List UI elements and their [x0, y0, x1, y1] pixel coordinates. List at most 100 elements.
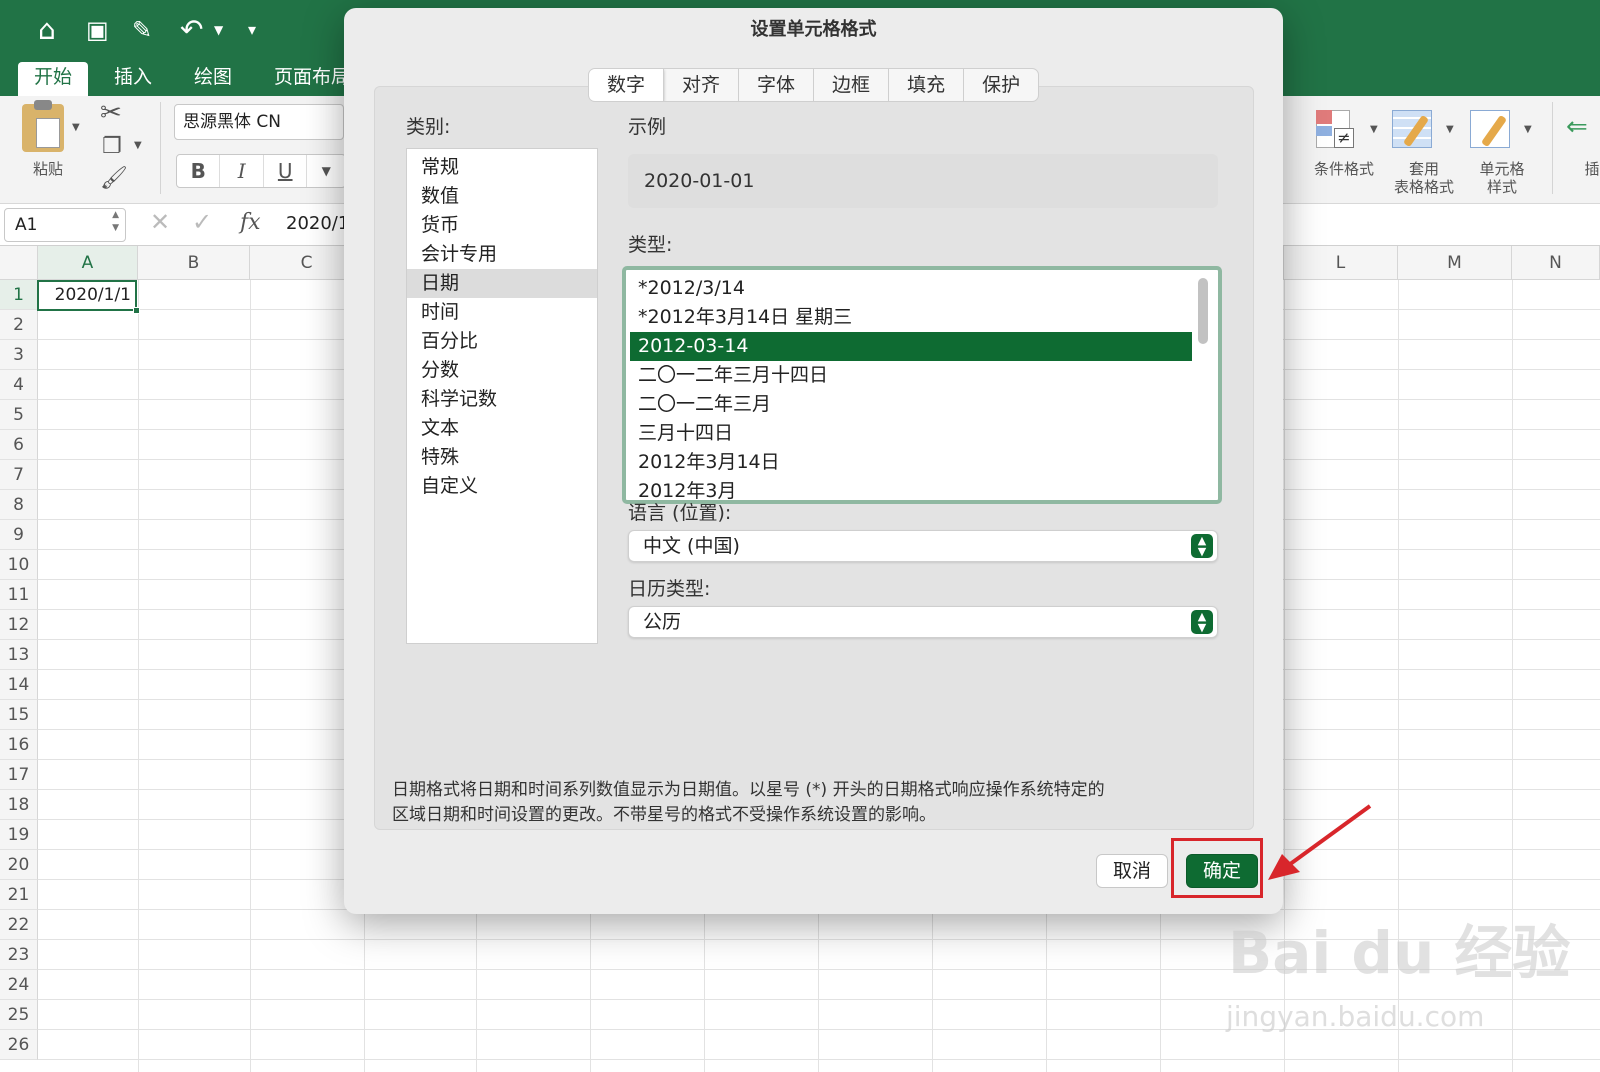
row-header[interactable]: 22 — [0, 910, 38, 940]
row-header[interactable]: 7 — [0, 460, 38, 490]
tab-fill[interactable]: 填充 — [889, 69, 965, 101]
category-list[interactable]: 常规 数值 货币 会计专用 日期 时间 百分比 分数 科学记数 文本 特殊 自定… — [406, 148, 598, 644]
confirm-entry-icon[interactable]: ✓ — [192, 208, 212, 236]
cell-style-label-2[interactable]: 样式 — [1462, 178, 1542, 196]
table-format-label-2[interactable]: 表格格式 — [1384, 178, 1464, 196]
column-header-m[interactable]: M — [1398, 246, 1512, 280]
undo-dropdown-icon[interactable]: ▼ — [214, 12, 223, 48]
tab-draw[interactable]: 绘图 — [178, 62, 248, 96]
underline-button[interactable]: U — [264, 155, 308, 187]
tab-protection[interactable]: 保护 — [964, 69, 1038, 101]
type-list-scrollbar[interactable] — [1198, 278, 1208, 344]
customize-toolbar-icon[interactable]: ▾ — [248, 12, 256, 48]
row-header[interactable]: 19 — [0, 820, 38, 850]
column-header-l[interactable]: L — [1284, 246, 1398, 280]
cut-icon[interactable]: ✂ — [100, 98, 122, 128]
conditional-format-dropdown-icon[interactable]: ▼ — [1370, 124, 1378, 135]
row-header[interactable]: 1 — [0, 280, 38, 310]
column-header-n[interactable]: N — [1512, 246, 1600, 280]
calendar-select[interactable]: 公历 ▲ ▼ — [628, 606, 1218, 638]
name-box-stepper-icon[interactable]: ▲ ▼ — [112, 209, 119, 235]
row-header[interactable]: 11 — [0, 580, 38, 610]
row-header[interactable]: 13 — [0, 640, 38, 670]
insert-cells-icon[interactable]: ⇐ — [1566, 112, 1588, 142]
insert-cells-label[interactable]: 插 — [1582, 160, 1600, 178]
format-painter-icon[interactable]: 🖌 — [100, 166, 128, 191]
category-item[interactable]: 特殊 — [407, 443, 597, 472]
row-header[interactable]: 18 — [0, 790, 38, 820]
tab-number[interactable]: 数字 — [589, 69, 665, 101]
copy-icon[interactable]: ❐ — [102, 134, 122, 159]
font-name-field[interactable]: 思源黑体 CN — [174, 104, 344, 140]
formula-input[interactable]: 2020/1 — [286, 213, 349, 234]
copy-dropdown-icon[interactable]: ▼ — [134, 140, 142, 151]
table-format-icon[interactable] — [1392, 110, 1436, 150]
paste-icon[interactable] — [22, 100, 64, 152]
row-header[interactable]: 4 — [0, 370, 38, 400]
type-item[interactable]: 2012年3月14日 — [626, 448, 1218, 477]
row-header[interactable]: 6 — [0, 430, 38, 460]
row-header[interactable]: 16 — [0, 730, 38, 760]
column-header-a[interactable]: A — [38, 246, 138, 280]
tab-border[interactable]: 边框 — [814, 69, 890, 101]
type-list[interactable]: *2012/3/14 *2012年3月14日 星期三 2012-03-14 二〇… — [622, 266, 1222, 504]
row-header[interactable]: 21 — [0, 880, 38, 910]
type-item[interactable]: 三月十四日 — [626, 419, 1218, 448]
category-item[interactable]: 文本 — [407, 414, 597, 443]
conditional-format-label[interactable]: 条件格式 — [1304, 160, 1384, 178]
cell-style-dropdown-icon[interactable]: ▼ — [1524, 124, 1532, 135]
name-box[interactable]: A1 ▲ ▼ — [4, 208, 126, 242]
category-item[interactable]: 自定义 — [407, 472, 597, 501]
table-format-dropdown-icon[interactable]: ▼ — [1446, 124, 1454, 135]
category-item[interactable]: 会计专用 — [407, 240, 597, 269]
row-header[interactable]: 15 — [0, 700, 38, 730]
underline-dropdown-icon[interactable]: ▼ — [307, 155, 345, 187]
row-header[interactable]: 8 — [0, 490, 38, 520]
edit-icon[interactable]: ✎ — [132, 12, 152, 48]
category-item[interactable]: 分数 — [407, 356, 597, 385]
row-header[interactable]: 17 — [0, 760, 38, 790]
row-header[interactable]: 24 — [0, 970, 38, 1000]
paste-dropdown-icon[interactable]: ▼ — [72, 122, 80, 133]
row-header[interactable]: 23 — [0, 940, 38, 970]
cancel-button[interactable]: 取消 — [1096, 854, 1168, 888]
category-item[interactable]: 百分比 — [407, 327, 597, 356]
save-icon[interactable]: ▣ — [86, 12, 109, 48]
row-header[interactable]: 20 — [0, 850, 38, 880]
bold-button[interactable]: B — [177, 155, 221, 187]
category-item[interactable]: 科学记数 — [407, 385, 597, 414]
tab-font[interactable]: 字体 — [739, 69, 815, 101]
tab-insert[interactable]: 插入 — [98, 62, 168, 96]
tab-alignment[interactable]: 对齐 — [664, 69, 740, 101]
type-item-selected[interactable]: 2012-03-14 — [630, 332, 1192, 361]
category-item[interactable]: 数值 — [407, 182, 597, 211]
type-item[interactable]: 二〇一二年三月 — [626, 390, 1218, 419]
italic-button[interactable]: I — [220, 155, 264, 187]
category-item-selected[interactable]: 日期 — [407, 269, 597, 298]
type-item[interactable]: *2012/3/14 — [626, 274, 1218, 303]
cell-style-icon[interactable] — [1470, 110, 1514, 150]
locale-select[interactable]: 中文 (中国) ▲ ▼ — [628, 530, 1218, 562]
cell-a1[interactable]: 2020/1/1 — [37, 280, 137, 311]
category-item[interactable]: 常规 — [407, 153, 597, 182]
row-header[interactable]: 9 — [0, 520, 38, 550]
row-header[interactable]: 25 — [0, 1000, 38, 1030]
row-header[interactable]: 5 — [0, 400, 38, 430]
table-format-label-1[interactable]: 套用 — [1384, 160, 1464, 178]
row-header[interactable]: 12 — [0, 610, 38, 640]
conditional-format-icon[interactable]: ≠ — [1316, 110, 1356, 150]
category-item[interactable]: 货币 — [407, 211, 597, 240]
row-header[interactable]: 2 — [0, 310, 38, 340]
cell-style-label-1[interactable]: 单元格 — [1462, 160, 1542, 178]
row-header[interactable]: 14 — [0, 670, 38, 700]
undo-icon[interactable]: ↶ — [180, 12, 203, 48]
tab-home[interactable]: 开始 — [18, 62, 89, 96]
column-header-b[interactable]: B — [138, 246, 250, 280]
select-all-corner[interactable] — [0, 246, 38, 280]
cancel-entry-icon[interactable]: ✕ — [150, 208, 170, 236]
row-header[interactable]: 3 — [0, 340, 38, 370]
fill-handle[interactable] — [133, 307, 140, 314]
type-item[interactable]: 二〇一二年三月十四日 — [626, 361, 1218, 390]
row-header[interactable]: 10 — [0, 550, 38, 580]
category-item[interactable]: 时间 — [407, 298, 597, 327]
